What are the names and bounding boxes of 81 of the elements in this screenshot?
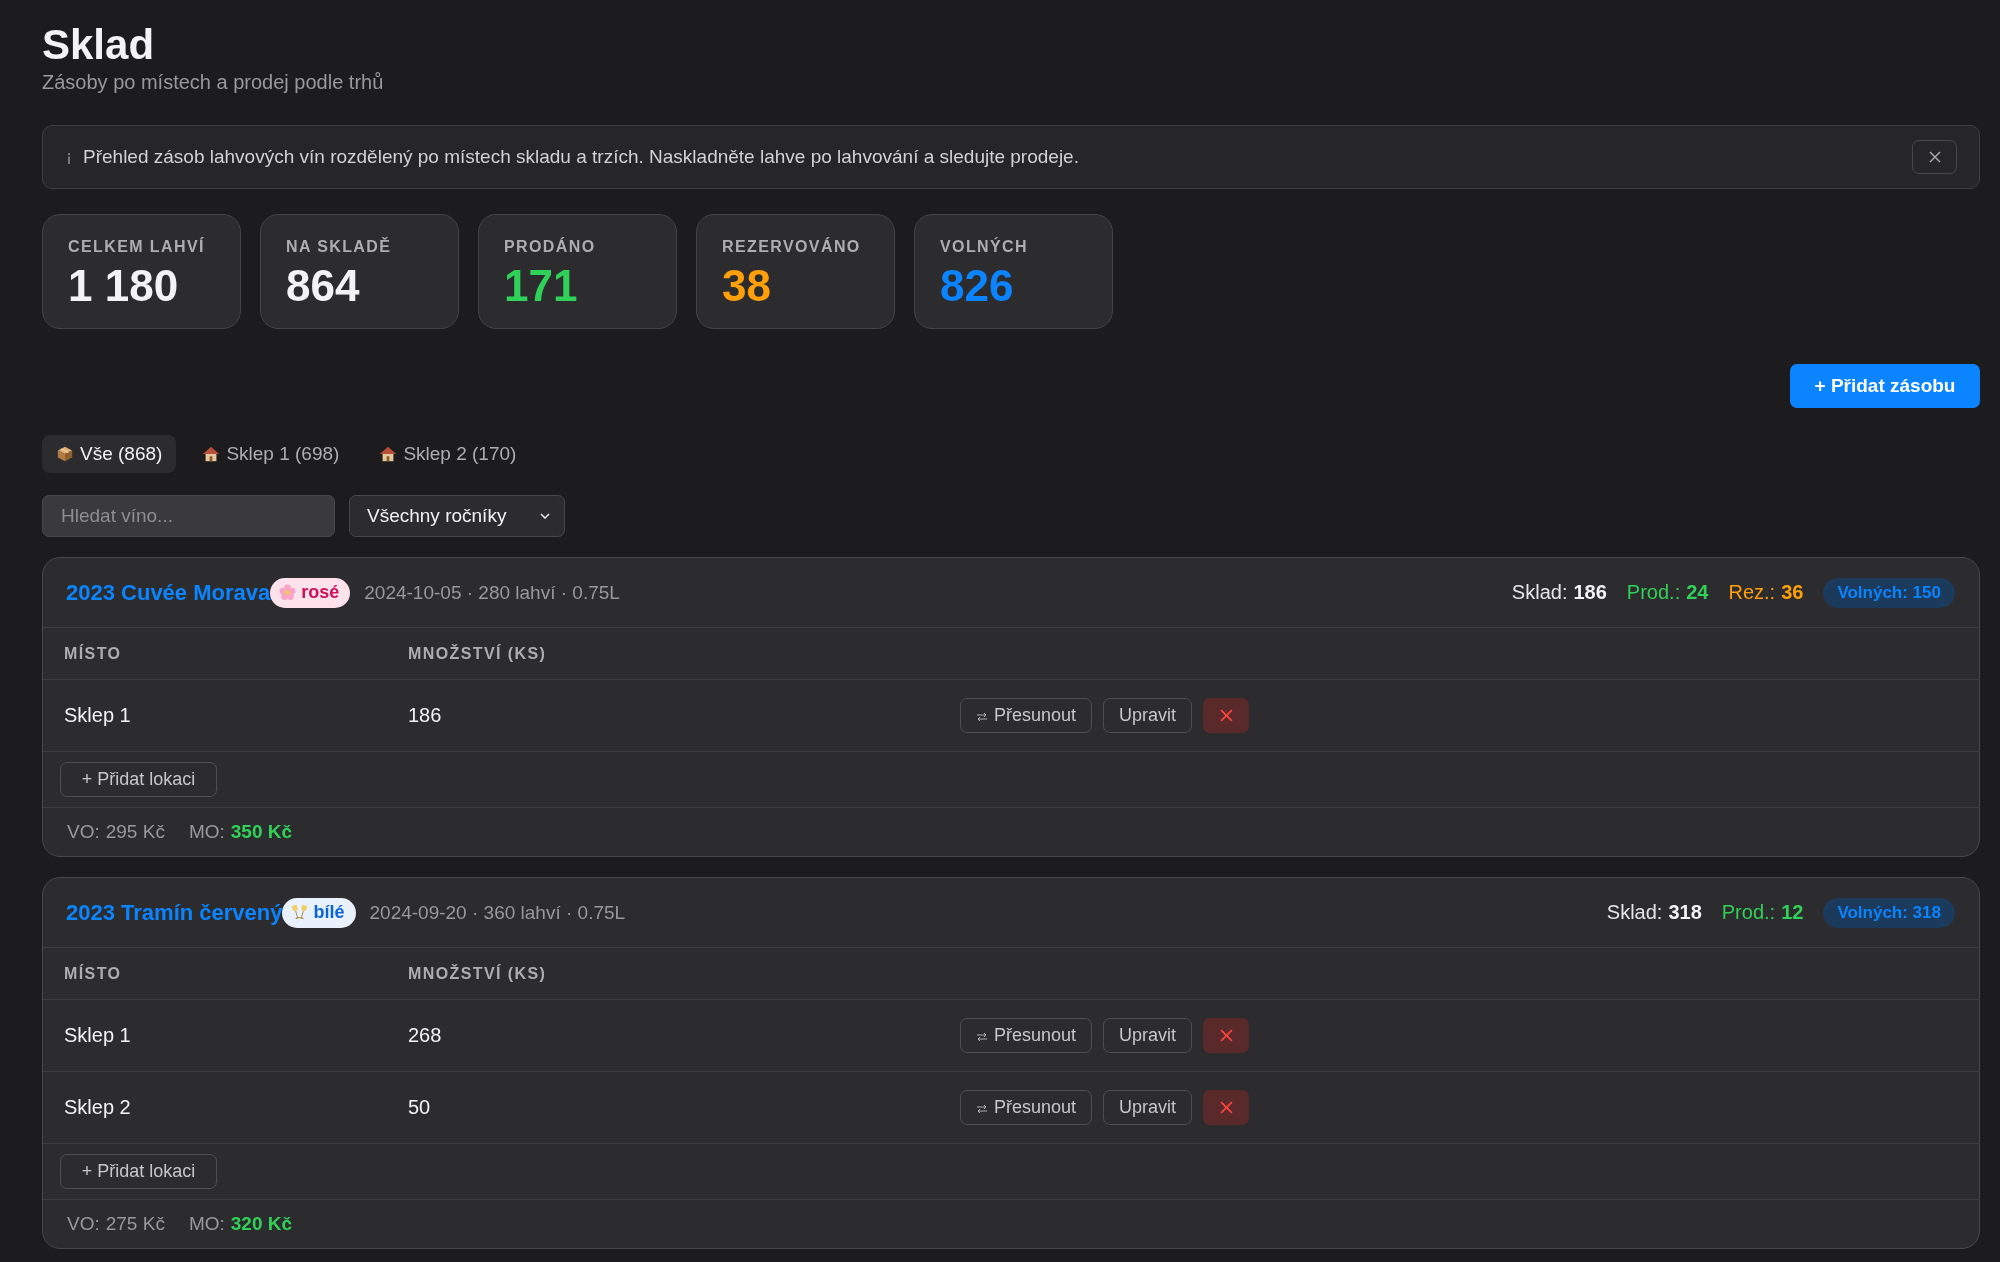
x-icon	[1219, 709, 1233, 722]
price-label: VO:	[67, 821, 100, 843]
move-button[interactable]: Přesunout	[960, 698, 1093, 733]
column-header: MÍSTO	[64, 644, 122, 663]
price-label: MO:	[188, 1213, 225, 1235]
swap-arrows-icon	[976, 1104, 988, 1114]
house-icon	[379, 445, 398, 463]
vintage-select[interactable]: Všechny ročníky	[349, 495, 565, 537]
summary-label: Sklad:	[1511, 581, 1568, 604]
price-value: 350 Kč	[230, 821, 293, 843]
price-label: MO:	[188, 821, 225, 843]
delete-button[interactable]	[1203, 698, 1250, 733]
delete-button[interactable]	[1203, 1090, 1250, 1125]
summary-value: 186	[1573, 581, 1607, 604]
wine-name-link[interactable]: 2023 Tramín červený	[66, 899, 283, 926]
summary-value: 24	[1686, 581, 1709, 604]
swap-arrows-icon	[976, 712, 988, 722]
delete-button[interactable]	[1203, 1018, 1250, 1053]
batch-meta-text: 2024-09-20 · 360 lahví · 0.75L	[369, 901, 626, 924]
swap-arrows-icon	[976, 1032, 988, 1042]
page-title: Sklad	[42, 22, 155, 68]
package-icon	[56, 445, 74, 463]
price-value: 320 Kč	[230, 1213, 293, 1235]
wine-type-label: rosé	[301, 582, 340, 603]
price-label: VO:	[67, 1213, 100, 1235]
edit-button[interactable]: Upravit	[1103, 698, 1193, 733]
wine-name-link[interactable]: 2023 Cuvée Morava	[66, 579, 271, 606]
tab[interactable]: Sklep 2 (170)	[365, 435, 531, 473]
summary-label: Prod.:	[1626, 581, 1681, 604]
move-button[interactable]: Přesunout	[960, 1090, 1093, 1125]
location-cell: Sklep 2	[64, 1096, 131, 1119]
summary-value: 318	[1668, 901, 1702, 924]
stat-value: 826	[940, 261, 1014, 311]
available-badge: Volných: 318	[1823, 897, 1955, 928]
available-badge: Volných: 150	[1823, 577, 1955, 608]
chevron-down-icon	[540, 513, 550, 519]
stat-value: 38	[722, 261, 771, 311]
stat-label: NA SKLADĚ	[286, 237, 392, 257]
stat-label: PRODÁNO	[504, 237, 596, 257]
summary-value: 12	[1781, 901, 1804, 924]
close-icon	[1928, 151, 1941, 163]
quantity-cell: 50	[408, 1096, 431, 1119]
wine-type-label: bílé	[313, 902, 345, 923]
column-header: MNOŽSTVÍ (KS)	[408, 644, 547, 663]
summary-label: Prod.:	[1721, 901, 1776, 924]
location-cell: Sklep 1	[64, 704, 131, 727]
stat-value: 864	[286, 261, 360, 311]
column-header: MNOŽSTVÍ (KS)	[408, 964, 547, 983]
tab[interactable]: Vše (868)	[42, 435, 177, 473]
batch-meta-text: 2024-10-05 · 280 lahví · 0.75L	[364, 581, 620, 604]
edit-button[interactable]: Upravit	[1103, 1090, 1193, 1125]
add-location-button[interactable]: + Přidat lokaci	[60, 1154, 217, 1189]
search-field[interactable]: Hledat víno...	[42, 495, 335, 537]
stat-value: 171	[504, 261, 578, 311]
house-icon	[202, 445, 221, 463]
tab[interactable]: Sklep 1 (698)	[188, 435, 354, 473]
price-value: 275 Kč	[105, 1213, 165, 1235]
x-icon	[1219, 1101, 1233, 1114]
stat-value: 1 180	[68, 261, 179, 311]
page-subtitle: Zásoby po místech a prodej podle trhů	[42, 71, 384, 93]
edit-button[interactable]: Upravit	[1103, 1018, 1193, 1053]
column-header: MÍSTO	[64, 964, 122, 983]
x-icon	[1219, 1029, 1233, 1042]
price-value: 295 Kč	[105, 821, 165, 843]
summary-label: Sklad:	[1606, 901, 1663, 924]
stat-label: REZERVOVÁNO	[722, 237, 861, 257]
flower-icon	[279, 584, 297, 601]
summary-value: 36	[1781, 581, 1804, 604]
info-text: Přehled zásob lahvových vín rozdělený po místech skladu a trzích. Naskladněte lahve po lahvování a sledujte prodeje.	[83, 146, 1079, 168]
add-stock-button[interactable]: + Přidat zásobu	[1790, 364, 1980, 408]
move-button[interactable]: Přesunout	[960, 1018, 1093, 1053]
add-location-button[interactable]: + Přidat lokaci	[60, 762, 217, 797]
summary-label: Rez.:	[1728, 581, 1776, 604]
stat-label: VOLNÝCH	[940, 237, 1029, 257]
close-button[interactable]	[1912, 140, 1957, 174]
stat-label: CELKEM LAHVÍ	[68, 237, 205, 257]
quantity-cell: 268	[408, 1024, 442, 1047]
quantity-cell: 186	[408, 704, 442, 727]
wine-glasses-icon	[291, 904, 309, 921]
location-cell: Sklep 1	[64, 1024, 131, 1047]
info-icon	[67, 153, 71, 164]
